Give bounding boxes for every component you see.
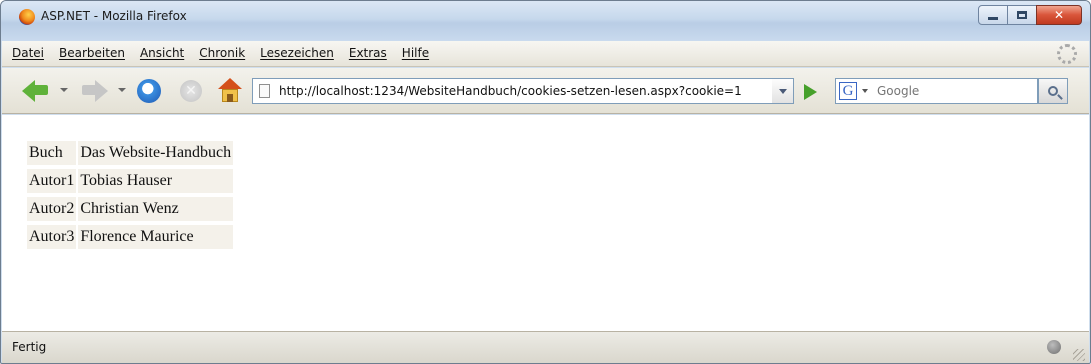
menu-extras[interactable]: Extras [349,46,387,60]
cookie-value: Florence Maurice [78,225,234,249]
search-input[interactable] [877,83,1027,99]
menu-lesezeichen[interactable]: Lesezeichen [260,46,334,60]
table-row: Autor1 Tobias Hauser [27,169,234,193]
navigation-toolbar: ✕ http://localhost:1234/WebsiteHandbuch/… [2,68,1089,114]
home-icon [218,78,242,89]
search-bar [873,78,1038,104]
forward-button[interactable] [80,79,108,103]
forward-arrow-icon [95,80,108,102]
url-text[interactable]: http://localhost:1234/WebsiteHandbuch/co… [279,84,742,98]
search-icon [1048,86,1058,96]
status-text: Fertig [12,340,47,354]
menu-bar: Datei Bearbeiten Ansicht Chronik Lesezei… [2,41,1089,67]
cookie-value: Tobias Hauser [78,169,234,193]
browser-window: ASP.NET - Mozilla Firefox ✕ Datei Bearbe… [0,0,1091,364]
cookie-key: Buch [27,141,77,165]
throbber-icon [1057,44,1077,64]
table-row: Autor3 Florence Maurice [27,225,234,249]
maximize-icon [1017,11,1027,19]
status-bar: Fertig [2,331,1089,363]
reload-button[interactable] [137,79,161,103]
forward-history-dropdown-icon[interactable] [118,88,126,92]
menu-hilfe[interactable]: Hilfe [402,46,429,60]
window-title: ASP.NET - Mozilla Firefox [41,9,187,23]
address-bar[interactable]: http://localhost:1234/WebsiteHandbuch/co… [252,78,773,104]
status-indicator-icon [1047,340,1061,354]
home-button[interactable] [217,78,243,104]
google-icon: G [839,82,857,100]
back-button[interactable] [22,79,50,103]
minimize-icon [988,16,998,20]
menu-bearbeiten[interactable]: Bearbeiten [59,46,125,60]
maximize-button[interactable] [1007,5,1037,25]
search-engine-selector[interactable]: G [835,78,873,104]
chevron-down-icon [778,88,787,94]
menu-datei[interactable]: Datei [12,46,44,60]
cookie-key: Autor3 [27,225,77,249]
minimize-button[interactable] [978,5,1008,25]
page-icon [259,84,270,98]
back-history-dropdown-icon[interactable] [60,88,68,92]
cookie-key: Autor1 [27,169,77,193]
page-content: Buch Das Website-Handbuch Autor1 Tobias … [2,115,1089,331]
go-button[interactable] [804,84,817,100]
table-row: Buch Das Website-Handbuch [27,141,234,165]
close-button[interactable]: ✕ [1036,5,1082,25]
cookie-value: Christian Wenz [78,197,234,221]
window-controls: ✕ [978,5,1082,27]
cookie-table: Buch Das Website-Handbuch Autor1 Tobias … [25,137,235,253]
stop-button[interactable]: ✕ [180,80,202,102]
title-bar[interactable]: ASP.NET - Mozilla Firefox ✕ [1,1,1090,41]
firefox-logo-icon [19,9,35,25]
resize-grip-icon[interactable] [1073,349,1085,361]
menu-chronik[interactable]: Chronik [199,46,245,60]
close-icon: ✕ [1053,8,1065,22]
search-button[interactable] [1038,78,1068,104]
cookie-key: Autor2 [27,197,77,221]
menu-ansicht[interactable]: Ansicht [140,46,184,60]
url-history-dropdown[interactable] [772,78,794,104]
search-engine-dropdown-icon [862,89,868,93]
table-row: Autor2 Christian Wenz [27,197,234,221]
stop-icon: ✕ [185,83,197,99]
cookie-value: Das Website-Handbuch [78,141,234,165]
